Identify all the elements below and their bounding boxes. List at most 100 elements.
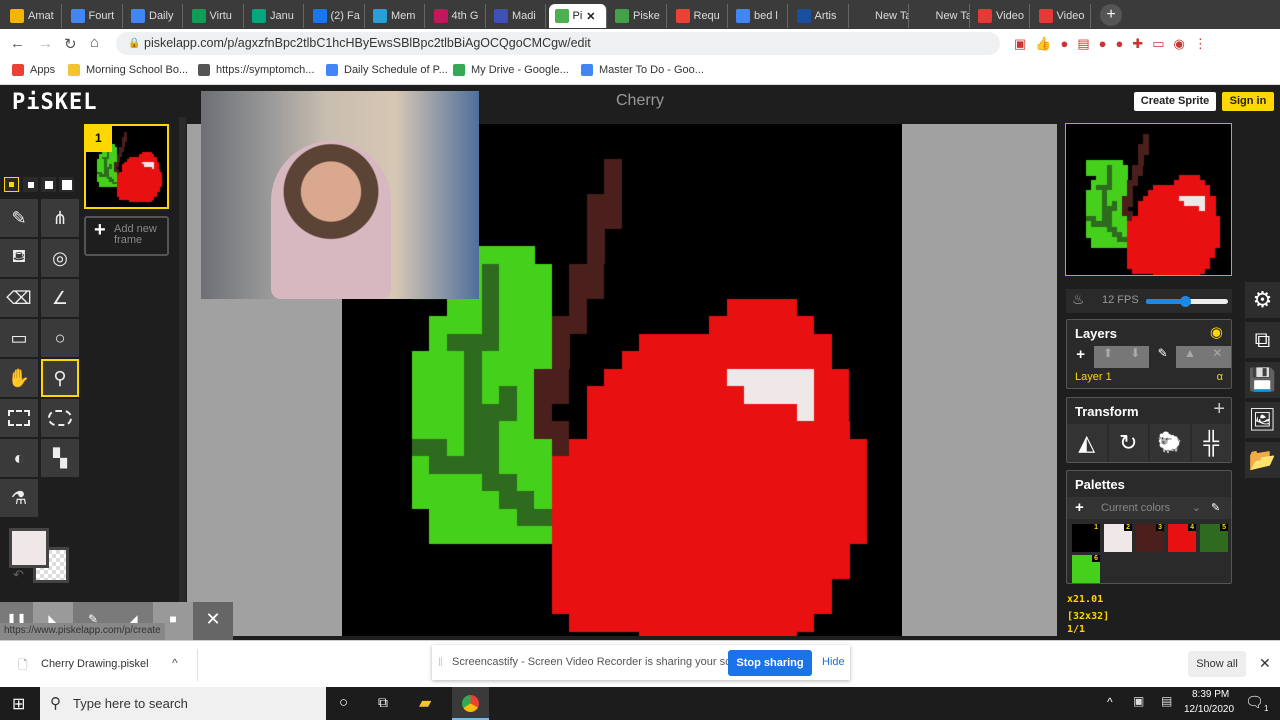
- add-layer-button[interactable]: +: [1067, 346, 1095, 368]
- action-center-icon[interactable]: 🗨1: [1245, 693, 1269, 713]
- primary-color[interactable]: [9, 528, 49, 568]
- browser-tab[interactable]: New Tab: [912, 4, 970, 28]
- show-all-button[interactable]: Show all: [1188, 651, 1246, 677]
- palette-swatch[interactable]: 5: [1200, 524, 1228, 552]
- tray-chevron-icon[interactable]: ^: [1107, 695, 1113, 709]
- layer-opacity-button[interactable]: α: [1217, 371, 1223, 383]
- fps-slider[interactable]: [1146, 296, 1228, 307]
- browser-tab[interactable]: bed l: [730, 4, 788, 28]
- home-icon[interactable]: ⌂: [90, 34, 99, 51]
- save-icon[interactable]: 💾: [1245, 362, 1280, 398]
- bookmark-item[interactable]: Apps: [12, 64, 55, 76]
- tray-network-icon[interactable]: ▤: [1161, 694, 1172, 708]
- pen-size-1[interactable]: [4, 177, 19, 192]
- tray-app-icon[interactable]: ▣: [1133, 694, 1144, 708]
- browser-tab[interactable]: 4th G: [428, 4, 486, 28]
- vertical-mirror-pen-tool[interactable]: ⋔: [41, 199, 79, 237]
- bookmark-item[interactable]: Daily Schedule of P...: [326, 64, 448, 76]
- piskel-logo[interactable]: PiSKEL: [12, 90, 97, 115]
- pen-tool[interactable]: ✎: [0, 199, 38, 237]
- shape-selection-tool[interactable]: ⚲: [41, 359, 79, 397]
- browser-tab[interactable]: Virtu: [186, 4, 244, 28]
- close-tab-icon[interactable]: ✕: [586, 10, 595, 23]
- cortana-icon[interactable]: ○: [339, 694, 348, 711]
- task-view-icon[interactable]: ⧉: [378, 694, 388, 711]
- close-shelf-icon[interactable]: ✕: [1259, 655, 1271, 672]
- move-layer-up-button[interactable]: ⬆: [1094, 346, 1122, 368]
- stop-sharing-button[interactable]: Stop sharing: [728, 650, 812, 676]
- browser-tab[interactable]: Video: [972, 4, 1030, 28]
- new-tab-button[interactable]: +: [1100, 4, 1122, 26]
- drag-handle-icon[interactable]: ‖: [438, 655, 443, 669]
- add-palette-button[interactable]: +: [1075, 497, 1084, 519]
- export-image-icon[interactable]: 🖼: [1245, 402, 1280, 438]
- dithering-tool[interactable]: ▚: [41, 439, 79, 477]
- hide-button[interactable]: Hide: [822, 656, 845, 668]
- rectangle-tool[interactable]: ▭: [0, 319, 38, 357]
- download-menu-chevron-icon[interactable]: ^: [172, 656, 178, 670]
- rectangle-selection-tool[interactable]: [0, 399, 38, 437]
- resize-icon[interactable]: ⧉: [1245, 322, 1280, 358]
- add-frame-button[interactable]: + Add new frame: [84, 216, 169, 256]
- address-bar[interactable]: 🔒 piskelapp.com/p/agxzfnBpc2tlbC1hcHByEw…: [116, 32, 1000, 55]
- browser-tab[interactable]: Mem: [367, 4, 425, 28]
- bookmark-item[interactable]: My Drive - Google...: [453, 64, 569, 76]
- back-icon[interactable]: ←: [10, 35, 25, 52]
- pen-size-4[interactable]: [59, 177, 74, 192]
- palette-swatch[interactable]: 4: [1168, 524, 1196, 552]
- browser-tab[interactable]: Artis: [791, 4, 849, 28]
- expand-transform-icon[interactable]: +: [1213, 398, 1225, 421]
- paint-all-similar-tool[interactable]: ◎: [41, 239, 79, 277]
- swap-colors-icon[interactable]: ↶: [13, 567, 24, 583]
- palette-swatch[interactable]: 1: [1072, 524, 1100, 552]
- forward-icon[interactable]: →: [38, 35, 53, 52]
- browser-tab[interactable]: Fourt: [65, 4, 123, 28]
- delete-layer-button[interactable]: ✕: [1203, 346, 1231, 368]
- windows-start-icon[interactable]: ⊞: [12, 694, 25, 714]
- palette-swatch[interactable]: 6: [1072, 555, 1100, 583]
- color-picker-tool[interactable]: ⚗: [0, 479, 38, 517]
- fps-slider-handle[interactable]: [1180, 296, 1192, 307]
- paint-bucket-tool[interactable]: ⛾: [0, 239, 38, 277]
- lasso-selection-tool[interactable]: [41, 399, 79, 437]
- palette-swatch[interactable]: 2: [1104, 524, 1132, 552]
- create-sprite-button[interactable]: Create Sprite: [1134, 92, 1216, 111]
- rotate-icon[interactable]: ↻: [1108, 424, 1148, 462]
- edit-palette-icon[interactable]: ✎: [1211, 497, 1220, 519]
- bookmark-item[interactable]: Master To Do - Goo...: [581, 64, 704, 76]
- merge-layer-button[interactable]: ▲: [1176, 346, 1204, 368]
- pen-size-3[interactable]: [41, 177, 56, 192]
- bookmark-item[interactable]: https://symptomch...: [198, 64, 314, 76]
- settings-gear-icon[interactable]: ⚙: [1245, 282, 1280, 318]
- sign-in-button[interactable]: Sign in: [1222, 92, 1274, 111]
- browser-tab[interactable]: Piske: [609, 4, 667, 28]
- extension-icons[interactable]: ▣👍●▤●●✚▭◉⋮: [1014, 36, 1216, 52]
- palette-select[interactable]: Current colors ⌄: [1101, 497, 1201, 519]
- browser-tab[interactable]: Requ: [670, 4, 728, 28]
- clone-sheep-icon[interactable]: 🐑: [1150, 424, 1190, 462]
- lighten-tool[interactable]: ◐: [0, 439, 38, 477]
- browser-tab[interactable]: Video: [1033, 4, 1091, 28]
- chrome-taskbar-icon[interactable]: [452, 687, 489, 720]
- bookmark-item[interactable]: Morning School Bo...: [68, 64, 188, 76]
- browser-tab[interactable]: (2) Fa: [307, 4, 365, 28]
- taskbar-search[interactable]: ⚲ Type here to search: [40, 687, 326, 720]
- clock-date[interactable]: 12/10/2020: [1184, 704, 1234, 715]
- stroke-tool[interactable]: ∠: [41, 279, 79, 317]
- browser-tab[interactable]: Pi ✕: [548, 4, 607, 28]
- frame-thumbnail[interactable]: 1: [84, 124, 169, 209]
- pen-size-2[interactable]: [23, 177, 38, 192]
- toggle-layer-visibility-icon[interactable]: ◉: [1210, 323, 1223, 341]
- browser-tab[interactable]: Daily: [125, 4, 183, 28]
- rename-layer-button[interactable]: ✎: [1148, 346, 1177, 368]
- browser-tab[interactable]: Janu: [246, 4, 304, 28]
- move-tool[interactable]: ✋: [0, 359, 38, 397]
- circle-tool[interactable]: ○: [41, 319, 79, 357]
- download-item[interactable]: Cherry Drawing.piskel: [41, 658, 149, 670]
- eraser-tool[interactable]: ⌫: [0, 279, 38, 317]
- browser-tab[interactable]: New Tab: [851, 4, 909, 28]
- reload-icon[interactable]: ↻: [64, 35, 77, 53]
- align-center-icon[interactable]: ╬: [1191, 424, 1231, 462]
- browser-tab[interactable]: Amat: [4, 4, 62, 28]
- palette-swatch[interactable]: 3: [1136, 524, 1164, 552]
